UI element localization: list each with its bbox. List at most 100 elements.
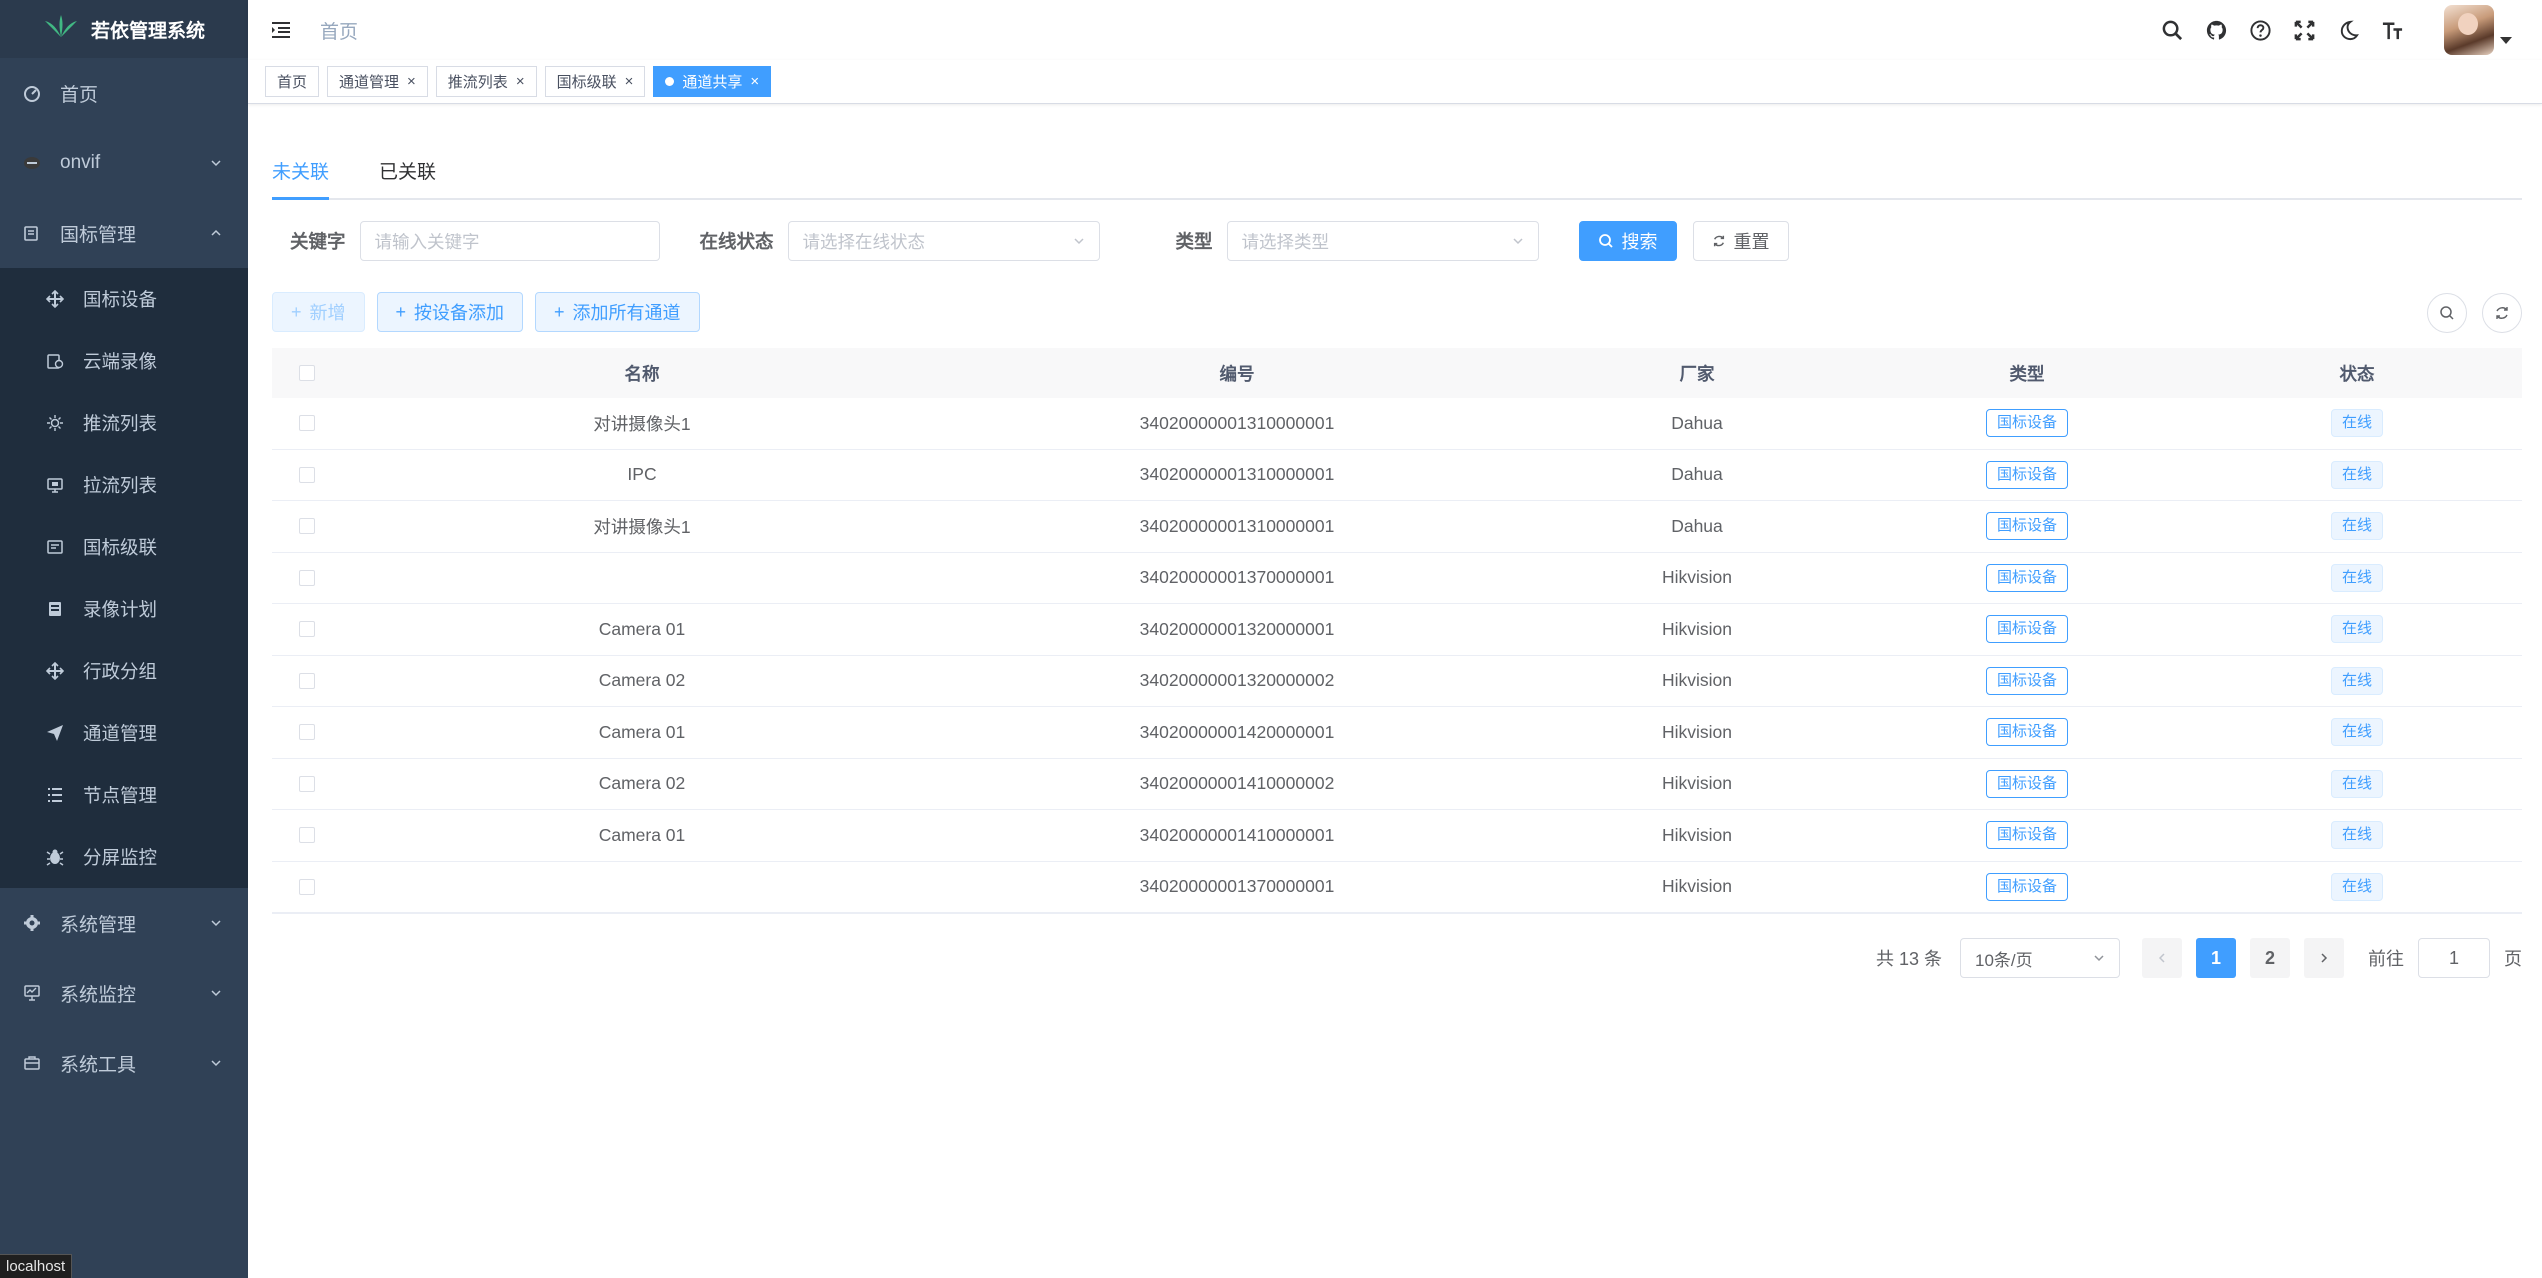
table-row[interactable]: Camera 01 34020000001320000001 Hikvision… — [272, 604, 2522, 656]
select-all-checkbox[interactable] — [299, 365, 315, 381]
reset-button[interactable]: 重置 — [1692, 221, 1789, 261]
cell-vendor: Hikvision — [1661, 824, 1733, 845]
page-size-select[interactable]: 10条/页 — [1960, 938, 2120, 978]
page-2-button[interactable]: 2 — [2250, 938, 2290, 978]
close-icon[interactable]: × — [750, 73, 759, 90]
hamburger-icon[interactable] — [270, 19, 292, 41]
header-code[interactable]: 编号 — [942, 361, 1532, 386]
sidebar-item-region-group[interactable]: 行政分组 — [0, 640, 248, 702]
refresh-button[interactable] — [2482, 293, 2522, 333]
header-name[interactable]: 名称 — [342, 361, 942, 386]
sidebar-item-cascade[interactable]: 国标级联 — [0, 516, 248, 578]
tab-associated[interactable]: 已关联 — [379, 157, 436, 198]
sidebar-item-gb-manage[interactable]: 国标管理 — [0, 198, 248, 268]
sidebar-item-push-stream[interactable]: 推流列表 — [0, 392, 248, 454]
search-button[interactable]: 搜索 — [1578, 221, 1677, 261]
table-row[interactable]: Camera 02 34020000001410000002 Hikvision… — [272, 759, 2522, 810]
add-by-device-button[interactable]: + 按设备添加 — [376, 292, 524, 332]
row-checkbox[interactable] — [299, 878, 315, 895]
chevron-left-icon — [2158, 953, 2165, 963]
tag-channel-manage[interactable]: 通道管理 × — [327, 66, 428, 97]
sidebar-item-pull-stream[interactable]: 拉流列表 — [0, 454, 248, 516]
close-icon[interactable]: × — [516, 73, 525, 90]
table-row[interactable]: 34020000001370000001 Hikvision 国标设备 在线 — [272, 553, 2522, 604]
add-all-channels-label: 添加所有通道 — [572, 303, 681, 323]
table-row[interactable]: Camera 01 34020000001410000001 Hikvision… — [272, 810, 2522, 862]
sidebar-item-gb-device[interactable]: 国标设备 — [0, 268, 248, 330]
add-button-label: 新增 — [309, 303, 346, 323]
sidebar-item-home[interactable]: 首页 — [0, 58, 248, 128]
row-checkbox[interactable] — [299, 621, 315, 638]
tab-unassociated[interactable]: 未关联 — [272, 157, 330, 200]
add-all-channels-button[interactable]: + 添加所有通道 — [535, 292, 700, 332]
sidebar-item-split-screen[interactable]: 分屏监控 — [0, 826, 248, 888]
logo-icon — [43, 13, 79, 45]
goto-page-input[interactable]: 1 — [2418, 938, 2490, 978]
sidebar-logo[interactable]: 若依管理系统 — [0, 0, 248, 58]
row-checkbox[interactable] — [299, 672, 315, 689]
row-checkbox[interactable] — [299, 415, 315, 432]
sidebar-item-cloud-record[interactable]: 云端录像 — [0, 330, 248, 392]
close-icon[interactable]: × — [407, 73, 416, 90]
close-icon[interactable]: × — [625, 73, 634, 90]
prev-page-button[interactable] — [2142, 938, 2182, 978]
table-row[interactable]: IPC 34020000001310000001 Dahua 国标设备 在线 — [272, 450, 2522, 501]
main-content: 未关联 已关联 关键字 请输入关键字 在线状态 请选择在线状态 类型 请选择类型… — [272, 104, 2522, 978]
cell-vendor: Dahua — [1671, 464, 1723, 485]
type-select[interactable]: 请选择类型 — [1226, 221, 1539, 261]
row-checkbox[interactable] — [299, 466, 315, 483]
gb-manage-submenu: 国标设备 云端录像 推流列表 拉流列表 国标级联 录像计划 行政分组 通道管理 … — [0, 268, 248, 888]
cell-vendor: Hikvision — [1661, 876, 1733, 897]
row-checkbox[interactable] — [299, 775, 315, 792]
sidebar-item-system-tools[interactable]: 系统工具 — [0, 1028, 248, 1098]
table-row[interactable]: Camera 01 34020000001420000001 Hikvision… — [272, 707, 2522, 759]
table-row[interactable]: 对讲摄像头1 34020000001310000001 Dahua 国标设备 在… — [272, 398, 2522, 450]
sidebar-item-record-plan[interactable]: 录像计划 — [0, 578, 248, 640]
font-size-icon[interactable] — [2380, 18, 2404, 42]
sidebar-item-system-manage[interactable]: 系统管理 — [0, 888, 248, 958]
row-checkbox[interactable] — [299, 827, 315, 844]
page-size-value: 10条/页 — [1975, 950, 2033, 970]
header-vendor[interactable]: 厂家 — [1532, 361, 1862, 386]
tag-push-stream[interactable]: 推流列表 × — [435, 66, 537, 97]
table-header: 名称 编号 厂家 类型 状态 — [272, 348, 2522, 398]
breadcrumb[interactable]: 首页 — [320, 17, 358, 44]
keyword-input[interactable]: 请输入关键字 — [359, 221, 660, 261]
sidebar-item-onvif[interactable]: onvif — [0, 128, 248, 198]
table-row[interactable]: Camera 02 34020000001320000002 Hikvision… — [272, 656, 2522, 707]
fullscreen-icon[interactable] — [2292, 18, 2316, 42]
sidebar-item-node-manage[interactable]: 节点管理 — [0, 764, 248, 826]
help-icon[interactable] — [2248, 18, 2272, 42]
pagination: 共 13 条 10条/页 1 2 前往 1 页 — [272, 938, 2522, 978]
tag-channel-share[interactable]: 通道共享 × — [653, 66, 772, 97]
page-1-button[interactable]: 1 — [2196, 938, 2236, 978]
table-row[interactable]: 对讲摄像头1 34020000001310000001 Dahua 国标设备 在… — [272, 501, 2522, 553]
header-type[interactable]: 类型 — [1862, 361, 2192, 386]
tag-home[interactable]: 首页 — [265, 66, 320, 97]
row-select-cell — [272, 466, 342, 483]
online-status-select[interactable]: 请选择在线状态 — [787, 221, 1100, 261]
toggle-search-button[interactable] — [2427, 293, 2467, 333]
header-status[interactable]: 状态 — [2192, 361, 2522, 386]
tag-cascade[interactable]: 国标级联 × — [544, 66, 646, 97]
next-page-button[interactable] — [2304, 938, 2344, 978]
cell-vendor: Hikvision — [1661, 773, 1733, 794]
avatar[interactable] — [2444, 5, 2494, 55]
push-stream-icon — [45, 413, 65, 433]
row-checkbox[interactable] — [299, 518, 315, 535]
add-button[interactable]: + 新增 — [272, 292, 365, 332]
cell-type: 国标设备 — [1862, 769, 2192, 798]
dark-mode-icon[interactable] — [2336, 18, 2360, 42]
table-row[interactable]: 34020000001370000001 Hikvision 国标设备 在线 — [272, 862, 2522, 913]
sidebar-item-system-monitor[interactable]: 系统监控 — [0, 958, 248, 1028]
record-plan-icon — [45, 599, 65, 619]
pull-stream-icon — [45, 475, 65, 495]
channel-icon — [45, 723, 65, 743]
refresh-icon — [2496, 307, 2508, 319]
row-checkbox[interactable] — [299, 724, 315, 741]
github-icon[interactable] — [2204, 18, 2228, 42]
user-menu[interactable] — [2424, 5, 2512, 55]
search-icon[interactable] — [2160, 18, 2184, 42]
sidebar-item-channel-manage[interactable]: 通道管理 — [0, 702, 248, 764]
row-checkbox[interactable] — [299, 569, 315, 586]
